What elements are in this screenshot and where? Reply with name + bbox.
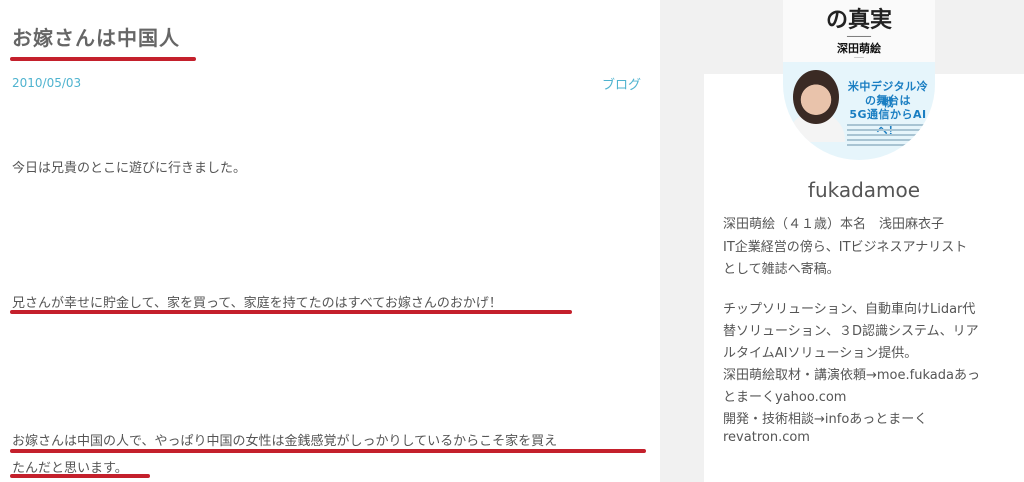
post-paragraph: 今日は兄貴のとこに遊びに行きました。 (12, 161, 247, 176)
bio-line: とまーくyahoo.com (723, 390, 847, 405)
bio-line: 深田萌絵取材・講演依頼→moe.fukadaあっ (723, 368, 980, 383)
post-date: 2010/05/03 (12, 76, 82, 90)
avatar-cover-title: の真実 (825, 7, 892, 33)
post-title[interactable]: お嫁さんは中国人 (12, 22, 180, 51)
bio-line: 開発・技術相談→infoあっとまーく (723, 412, 928, 427)
bio-line: IT企業経営の傍ら、ITビジネスアナリスト (723, 240, 968, 255)
bio-line: ルタイムAIソリューション提供。 (723, 346, 918, 361)
avatar-cover-fineprint (847, 134, 931, 136)
avatar-cover-fineprint (847, 144, 931, 146)
post-paragraph: 兄さんが幸せに貯金して、家を買って、家庭を持てたのはすべてお嫁さんのおかげ！ (12, 296, 502, 311)
bio-line: チップソリューション、自動車向けLidar代 (723, 302, 976, 317)
paragraph-red-underline (10, 310, 572, 314)
avatar-cover-author-roman: ──── (854, 55, 864, 60)
bio-line: 替ソリューション、３D認識システム、リア (723, 324, 979, 339)
post-category-link[interactable]: ブログ (602, 74, 641, 93)
blog-post: お嫁さんは中国人 2010/05/03 ブログ 今日は兄貴のとこに遊びに行きまし… (0, 0, 660, 482)
title-red-underline (10, 57, 196, 61)
paragraph-red-underline (10, 449, 646, 453)
bio-line: として雑誌へ寄稿。 (723, 262, 840, 277)
bio-line: 深田萌絵（４１歳）本名 浅田麻衣子 (723, 217, 945, 232)
avatar-cover-fineprint (847, 124, 931, 126)
paragraph-red-underline (10, 474, 150, 478)
avatar[interactable]: の真実 ━━━━━━━━ 深田萌絵 ──── 米中デジタル冷戦 の舞台は 5G通… (783, 0, 935, 160)
avatar-portrait (793, 70, 839, 124)
avatar-cover-author: 深田萌絵 (837, 42, 881, 55)
post-paragraph: お嫁さんは中国の人で、やっぱり中国の女性は金銭感覚がしっかりしているからこそ家を… (12, 434, 558, 449)
profile-username[interactable]: fukadamoe (704, 178, 1024, 202)
bio-line: revatron.com (723, 430, 810, 445)
avatar-cover-fineprint (847, 129, 931, 131)
avatar-cover-fineprint (847, 139, 931, 141)
